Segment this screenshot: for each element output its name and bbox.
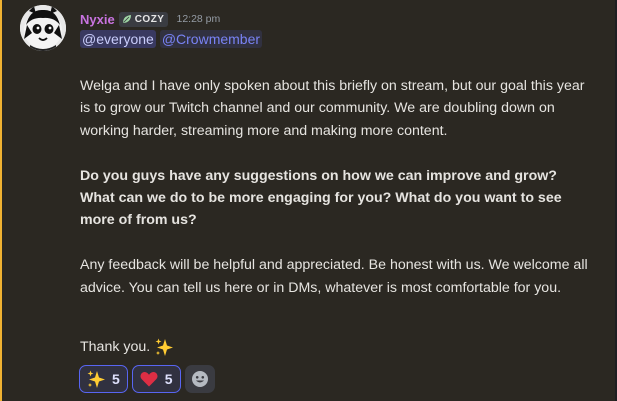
message-timestamp[interactable]: 12:28 pm	[176, 13, 220, 25]
avatar-icon	[20, 5, 66, 51]
reaction-sparkles[interactable]: 5	[79, 365, 128, 393]
mention-role-crowmember[interactable]: @Crowmember	[159, 30, 263, 48]
message-closing: Thank you.	[80, 337, 174, 357]
mention-everyone[interactable]: @everyone	[80, 30, 156, 48]
message-body: Welga and I have only spoken about this …	[80, 75, 595, 299]
add-reaction-icon	[191, 371, 208, 387]
sparkles-icon	[155, 338, 174, 356]
author-name[interactable]: Nyxie	[80, 12, 115, 27]
heart-icon	[140, 372, 158, 387]
leaf-icon	[122, 15, 131, 23]
sparkles-icon	[87, 370, 105, 388]
server-tag[interactable]: COZY	[118, 11, 169, 27]
reactions-bar: 5 5	[79, 365, 215, 393]
chat-message: Nyxie COZY 12:28 pm @everyone @Crowmembe…	[0, 0, 617, 401]
server-tag-label: COZY	[134, 13, 165, 25]
message-paragraph: Any feedback will be helpful and appreci…	[80, 257, 588, 296]
closing-text: Thank you.	[80, 339, 151, 355]
reaction-count: 5	[112, 371, 120, 387]
reaction-count: 5	[164, 371, 173, 387]
reaction-heart[interactable]: 5	[131, 365, 181, 393]
message-paragraph-bold: Do you guys have any suggestions on how …	[80, 167, 562, 229]
mention-highlight-bar	[0, 0, 2, 401]
message-header: Nyxie COZY 12:28 pm	[80, 8, 220, 30]
author-avatar[interactable]	[20, 5, 66, 51]
mention-line: @everyone @Crowmember	[80, 30, 263, 48]
message-paragraph: Welga and I have only spoken about this …	[80, 78, 585, 139]
add-reaction-button[interactable]	[184, 365, 215, 393]
